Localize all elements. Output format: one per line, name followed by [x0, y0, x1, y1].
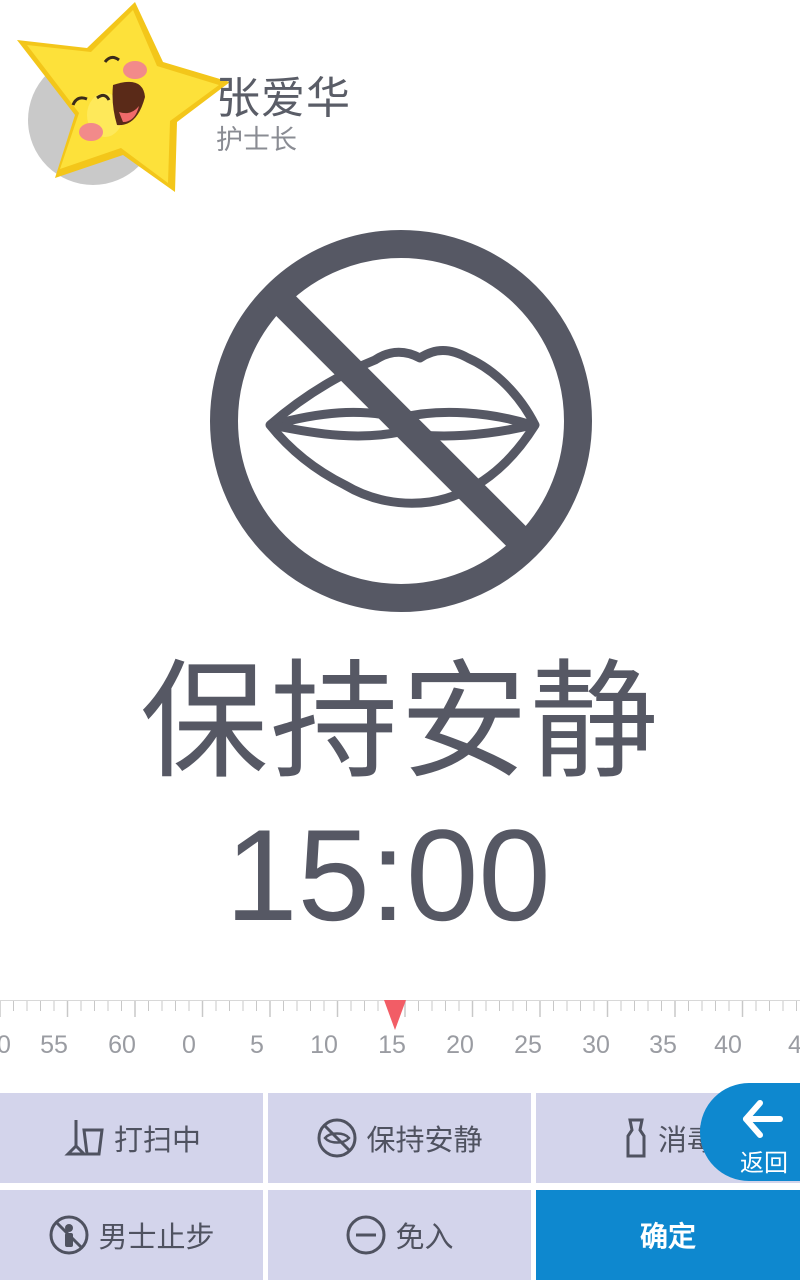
ruler-label: 0 — [182, 1031, 196, 1059]
no-entry-label: 免入 — [395, 1220, 454, 1254]
user-name: 张爱华 — [216, 73, 351, 124]
ruler-label: 20 — [446, 1031, 474, 1059]
back-button[interactable]: 返回 — [700, 1083, 800, 1181]
ruler-label: 5 — [250, 1031, 264, 1059]
no-entry-button[interactable]: 免入 — [268, 1190, 531, 1280]
ruler-label: 55 — [40, 1031, 68, 1059]
ruler-label: 4 — [788, 1031, 800, 1060]
no-talking-icon — [316, 1117, 358, 1159]
spray-bottle-icon — [620, 1116, 650, 1160]
back-label: 返回 — [740, 1149, 788, 1177]
quiet-button[interactable]: 保持安静 — [268, 1093, 531, 1183]
ruler-label: 0 — [0, 1031, 11, 1060]
no-men-button[interactable]: 男士止步 — [0, 1190, 263, 1280]
ruler-label: 60 — [108, 1031, 136, 1059]
status-title: 保持安静 — [139, 648, 660, 797]
confirm-label: 确定 — [639, 1220, 696, 1253]
ruler-label: 15 — [378, 1031, 406, 1059]
ruler-pointer — [384, 1000, 406, 1030]
timer-display: 15:00 — [225, 802, 551, 948]
no-men-icon — [48, 1214, 90, 1256]
ruler-label: 30 — [582, 1031, 610, 1059]
user-role: 护士长 — [216, 125, 297, 156]
ruler-label: 40 — [714, 1031, 742, 1059]
arrow-left-icon — [743, 1100, 783, 1138]
action-grid: 打扫中 保持安静 消毒 男士止步 免入 确定 — [0, 1083, 800, 1280]
cleaning-label: 打扫中 — [113, 1123, 201, 1157]
no-talking-icon — [210, 230, 592, 612]
quiet-label: 保持安静 — [366, 1123, 483, 1157]
ruler-label: 35 — [649, 1031, 677, 1059]
no-men-label: 男士止步 — [98, 1220, 215, 1254]
header: 张爱华 护士长 — [0, 0, 800, 200]
cleaning-button[interactable]: 打扫中 — [0, 1093, 263, 1183]
ruler-label: 10 — [310, 1031, 338, 1059]
minus-circle-icon — [345, 1214, 387, 1256]
star-mascot-icon — [17, 2, 230, 192]
ruler-label: 25 — [514, 1031, 542, 1059]
confirm-button[interactable]: 确定 — [536, 1190, 800, 1280]
mop-bucket-icon — [62, 1116, 106, 1160]
